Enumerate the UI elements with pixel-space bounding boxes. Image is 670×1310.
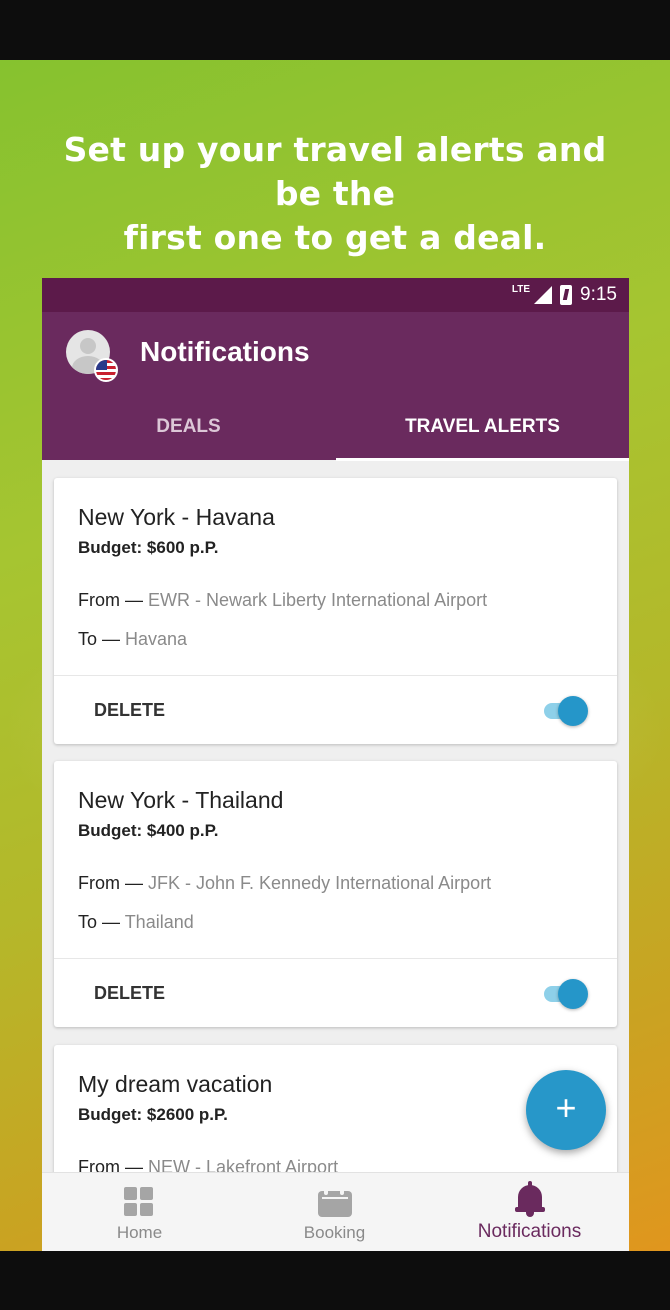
bell-icon [515,1181,545,1217]
network-type: LTE [511,283,531,295]
delete-button[interactable]: DELETE [94,700,165,721]
alert-title: New York - Thailand [78,787,284,813]
tab-deals[interactable]: DEALS [42,410,335,460]
nav-label-booking: Booking [303,1223,366,1242]
alert-toggle[interactable] [544,979,588,1009]
alert-title: My dream vacation [78,1071,273,1097]
to-label: To — [78,629,126,649]
alert-from: From — EWR - Newark Liberty Internationa… [78,590,487,611]
delete-button[interactable]: DELETE [94,983,165,1004]
to-label: To — [78,912,125,932]
alerts-list[interactable]: New York - Havana Budget: $600 p.P. From… [42,460,629,1172]
app-screen: LTE 9:15 Notifications DEALS TRAVEL ALER… [42,278,629,1251]
alert-budget: Budget: $600 p.P. [78,538,219,557]
tab-bar: DEALS TRAVEL ALERTS [42,410,629,460]
app-bar: Notifications DEALS TRAVEL ALERTS [42,312,629,461]
from-label: From — [78,873,148,893]
from-label: From — [78,590,148,610]
promo-headline-line1: Set up your travel alerts and be the [63,130,607,213]
add-alert-button[interactable]: + [526,1070,606,1150]
calendar-icon [318,1185,352,1217]
alert-to: To — Havana [78,629,187,650]
plus-icon: + [555,1087,577,1128]
grid-icon [124,1187,154,1217]
nav-item-booking[interactable]: Booking [237,1173,432,1251]
alert-from: From — JFK - John F. Kennedy Internation… [78,873,491,894]
card-divider [54,675,617,676]
nav-label-home: Home [116,1223,163,1242]
nav-item-home[interactable]: Home [42,1173,237,1251]
page-title: Notifications [140,336,310,367]
alert-to: To — Thailand [78,912,194,933]
from-value: JFK - John F. Kennedy International Airp… [148,873,492,893]
tab-travel-alerts[interactable]: TRAVEL ALERTS [336,410,629,460]
alert-budget: Budget: $400 p.P. [78,821,219,840]
nav-item-notifications[interactable]: Notifications [432,1173,627,1251]
status-time: 9:15 [580,284,617,305]
status-indicators: LTE 9:15 [512,284,617,306]
device-bottom-bar [0,1251,670,1310]
us-flag-icon [94,358,118,382]
to-value: Havana [125,629,188,649]
alert-title: New York - Havana [78,504,275,530]
to-value: Thailand [124,912,194,932]
bottom-navigation: Home Booking Notifications [42,1172,629,1251]
toggle-knob [558,979,588,1009]
promo-headline: Set up your travel alerts and be the fir… [40,128,630,260]
alert-from: From — NEW - Lakefront Airport [78,1157,338,1172]
status-bar: LTE 9:15 [42,278,629,312]
battery-charging-icon [560,285,573,305]
alert-card[interactable]: New York - Thailand Budget: $400 p.P. Fr… [54,761,617,1027]
signal-icon [534,286,553,304]
promo-headline-line2: first one to get a deal. [123,218,547,257]
toggle-knob [558,696,588,726]
alert-card[interactable]: New York - Havana Budget: $600 p.P. From… [54,478,617,744]
nav-label-notifications: Notifications [477,1221,582,1242]
from-label: From — [78,1157,148,1172]
alert-budget: Budget: $2600 p.P. [78,1105,228,1124]
card-divider [54,958,617,959]
avatar-head-shape [80,338,96,354]
device-top-bar [0,0,670,60]
from-value: NEW - Lakefront Airport [148,1157,339,1172]
alert-toggle[interactable] [544,696,588,726]
from-value: EWR - Newark Liberty International Airpo… [148,590,488,610]
